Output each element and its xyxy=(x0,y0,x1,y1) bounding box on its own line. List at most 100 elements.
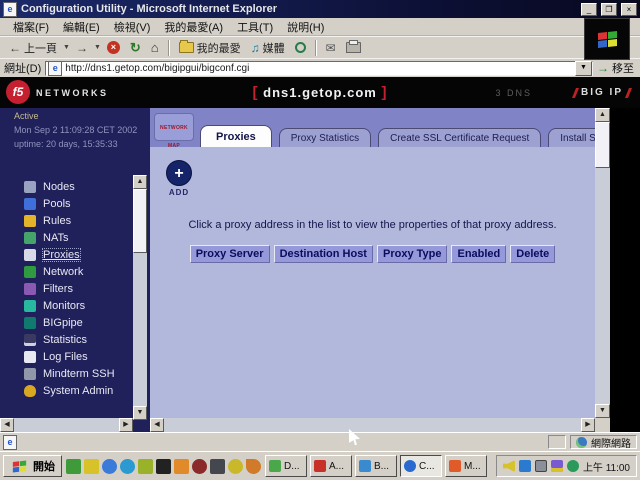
tab-proxy-statistics[interactable]: Proxy Statistics xyxy=(279,128,371,147)
quick-launch-icon[interactable] xyxy=(138,459,153,474)
scroll-left-icon[interactable]: ◀ xyxy=(150,418,164,432)
content-vertical-scrollbar[interactable]: ▲ ▼ xyxy=(595,108,610,418)
column-header-proxy-server[interactable]: Proxy Server xyxy=(190,245,270,263)
sidebar-item-bigpipe[interactable]: BIGpipe xyxy=(0,314,133,331)
minimize-button[interactable]: _ xyxy=(581,3,597,16)
proxies-icon xyxy=(24,249,36,261)
add-proxy-button[interactable]: + xyxy=(166,160,192,186)
sidebar-item-nodes[interactable]: Nodes xyxy=(0,178,133,195)
tab-install-ssl-certificate[interactable]: Install SSL Certif xyxy=(548,128,595,147)
back-label: 上一頁 xyxy=(24,40,57,56)
tray-icon[interactable] xyxy=(551,460,563,472)
sidebar-vertical-scrollbar[interactable]: ▲ ▼ xyxy=(133,175,147,420)
scroll-right-icon[interactable]: ▶ xyxy=(119,418,133,432)
sidebar-item-nats[interactable]: NATs xyxy=(0,229,133,246)
refresh-button[interactable]: ↻ xyxy=(126,39,145,57)
favorites-button[interactable]: 我的最愛 xyxy=(175,39,245,57)
sidebar-item-pools[interactable]: Pools xyxy=(0,195,133,212)
scrollbar-thumb[interactable] xyxy=(595,122,610,168)
back-dropdown-icon[interactable]: ▼ xyxy=(63,44,70,51)
address-input[interactable]: e http://dns1.getop.com/bigipgui/bigconf… xyxy=(45,61,593,76)
forward-dropdown-icon[interactable]: ▼ xyxy=(94,44,101,51)
taskbar-window-button-active[interactable]: C... xyxy=(400,455,442,477)
tray-icon[interactable] xyxy=(567,460,579,472)
product-bigip-link[interactable]: BIG IP xyxy=(574,87,630,98)
back-button[interactable]: ← 上一頁 xyxy=(5,39,61,57)
print-button[interactable] xyxy=(342,41,365,54)
scroll-down-icon[interactable]: ▼ xyxy=(133,406,147,420)
sidebar-item-system-admin[interactable]: System Admin xyxy=(0,382,133,399)
rules-icon xyxy=(24,215,36,227)
quick-launch-icon[interactable] xyxy=(120,459,135,474)
menu-help[interactable]: 說明(H) xyxy=(280,19,331,35)
content-horizontal-scrollbar[interactable]: ◀ ▶ xyxy=(150,418,595,432)
scroll-up-icon[interactable]: ▲ xyxy=(133,175,147,189)
home-button[interactable]: ⌂ xyxy=(147,39,163,56)
taskbar-window-button[interactable]: B... xyxy=(355,455,397,477)
go-button[interactable]: → 移至 xyxy=(597,60,636,76)
display-tray-icon[interactable] xyxy=(535,460,547,472)
menu-favorites[interactable]: 我的最愛(A) xyxy=(157,19,230,35)
sidebar-item-proxies[interactable]: Proxies xyxy=(0,246,133,263)
history-button[interactable] xyxy=(291,41,310,54)
statistics-icon xyxy=(24,334,36,346)
sidebar-item-network[interactable]: Network xyxy=(0,263,133,280)
scroll-up-icon[interactable]: ▲ xyxy=(595,108,610,122)
app-icon xyxy=(449,460,461,472)
scrollbar-thumb[interactable] xyxy=(133,189,147,253)
sidebar-item-statistics[interactable]: Statistics xyxy=(0,331,133,348)
column-header-destination-host[interactable]: Destination Host xyxy=(274,245,373,263)
close-button[interactable]: × xyxy=(621,3,637,16)
quick-launch-icon[interactable] xyxy=(156,459,171,474)
taskbar-window-button[interactable]: A... xyxy=(310,455,352,477)
internet-zone-icon xyxy=(576,437,587,448)
network-map-button[interactable]: NETWORK MAP xyxy=(154,113,194,141)
windows-logo-icon xyxy=(13,460,26,472)
quick-launch-icon[interactable] xyxy=(174,459,189,474)
sidebar-item-filters[interactable]: Filters xyxy=(0,280,133,297)
mail-button[interactable]: ✉ xyxy=(322,40,340,56)
app-icon xyxy=(269,460,281,472)
sidebar-horizontal-scrollbar[interactable]: ◀ ▶ xyxy=(0,418,133,432)
product-3dns-link[interactable]: 3 DNS xyxy=(495,88,532,98)
menu-view[interactable]: 檢視(V) xyxy=(107,19,158,35)
quick-launch-icon[interactable] xyxy=(102,459,117,474)
taskbar-window-button[interactable]: D... xyxy=(265,455,307,477)
tab-create-ssl-certificate-request[interactable]: Create SSL Certificate Request xyxy=(378,128,541,147)
column-header-enabled[interactable]: Enabled xyxy=(451,245,506,263)
mail-icon: ✉ xyxy=(326,41,336,55)
scroll-right-icon[interactable]: ▶ xyxy=(581,418,595,432)
quick-launch-icon[interactable] xyxy=(210,459,225,474)
quick-launch-icon[interactable] xyxy=(228,459,243,474)
start-button[interactable]: 開始 xyxy=(3,455,62,477)
column-header-delete[interactable]: Delete xyxy=(510,245,555,263)
sidebar-item-rules[interactable]: Rules xyxy=(0,212,133,229)
stop-button[interactable]: × xyxy=(103,40,124,55)
scroll-down-icon[interactable]: ▼ xyxy=(595,404,610,418)
red-tick-icon xyxy=(572,88,579,98)
quick-launch-icon[interactable] xyxy=(246,459,261,474)
window-title: Configuration Utility - Microsoft Intern… xyxy=(21,3,577,15)
tabs-row: Proxies Proxy Statistics Create SSL Cert… xyxy=(200,125,595,147)
tab-proxies[interactable]: Proxies xyxy=(200,125,272,147)
quick-launch-icon[interactable] xyxy=(84,459,99,474)
go-label: 移至 xyxy=(612,60,634,76)
filters-icon xyxy=(24,283,36,295)
tray-icon[interactable] xyxy=(519,460,531,472)
address-dropdown-icon[interactable]: ▼ xyxy=(575,61,592,76)
quick-launch-icon[interactable] xyxy=(192,459,207,474)
menu-tools[interactable]: 工具(T) xyxy=(230,19,280,35)
column-header-proxy-type[interactable]: Proxy Type xyxy=(377,245,448,263)
taskbar-window-button[interactable]: M... xyxy=(445,455,487,477)
menu-edit[interactable]: 編輯(E) xyxy=(56,19,107,35)
scroll-left-icon[interactable]: ◀ xyxy=(0,418,14,432)
volume-icon[interactable] xyxy=(503,460,515,472)
quick-launch-icon[interactable] xyxy=(66,459,81,474)
sidebar-item-mindterm-ssh[interactable]: Mindterm SSH xyxy=(0,365,133,382)
sidebar-item-monitors[interactable]: Monitors xyxy=(0,297,133,314)
maximize-button[interactable]: ❐ xyxy=(601,3,617,16)
media-button[interactable]: ♫ 媒體 xyxy=(247,39,289,57)
forward-button[interactable]: → xyxy=(72,41,92,55)
sidebar-item-log-files[interactable]: Log Files xyxy=(0,348,133,365)
menu-file[interactable]: 檔案(F) xyxy=(6,19,56,35)
